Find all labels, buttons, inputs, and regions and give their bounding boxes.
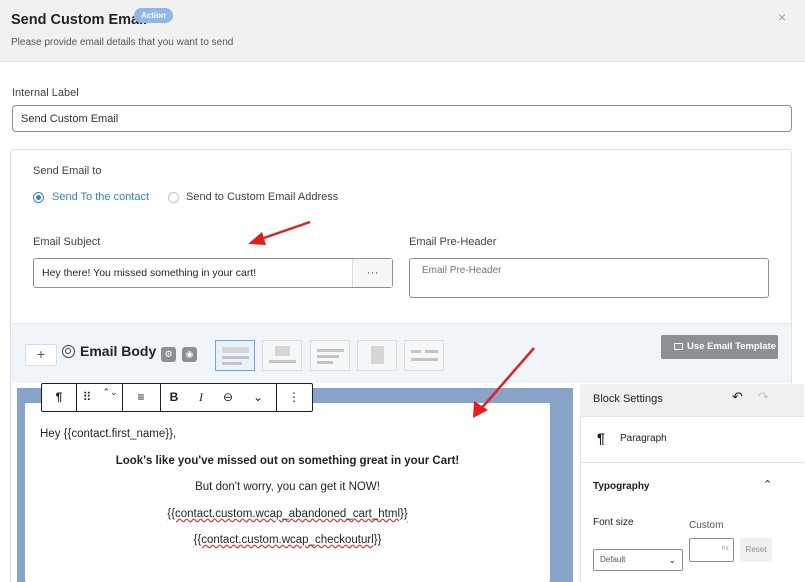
block-settings-title: Block Settings [593,393,663,405]
italic-button[interactable]: I [188,384,214,411]
email-preheader-label: Email Pre-Header [409,236,497,248]
options-menu-icon[interactable]: ⋮ [276,384,312,411]
merge-tags-button[interactable]: ··· [352,259,392,287]
bold-button[interactable]: B [160,384,188,411]
preview-eye-icon[interactable]: ◉ [182,347,197,362]
email-body-text[interactable]: But don't worry, you can get it NOW! [25,481,550,493]
merge-tag-checkout-url[interactable]: {{contact.custom.wcap_checkouturl}} [194,534,382,546]
reset-button[interactable]: Reset [740,538,772,562]
paragraph-icon[interactable]: ¶ [42,384,76,411]
send-to-custom-label[interactable]: Send to Custom Email Address [186,191,338,203]
email-preheader-input[interactable] [409,258,769,298]
send-to-contact-label[interactable]: Send To the contact [52,191,149,203]
block-type-label: Paragraph [620,433,667,444]
email-subject-label: Email Subject [33,236,101,248]
drag-handle-icon[interactable]: ⠿ [76,384,98,411]
chevron-up-icon[interactable]: ⌃ [763,478,772,491]
use-email-template-label: Use Email Template [687,341,777,352]
custom-size-label: Custom [689,520,724,531]
send-email-to-label: Send Email to [33,165,102,177]
help-icon[interactable] [62,345,75,358]
chevron-down-icon: ⌄ [668,555,676,565]
undo-icon[interactable]: ↶ [732,389,743,405]
add-block-button[interactable]: + [25,344,57,366]
email-greeting[interactable]: Hey {{contact.first_name}}, [40,428,176,440]
font-size-label: Font size [593,517,634,528]
font-size-select-value: Default [600,555,626,564]
font-size-select[interactable]: Default ⌄ [593,549,683,571]
modal-title: Send Custom Email [11,12,148,28]
merge-tag-cart-html[interactable]: {{contact.custom.wcap_abandoned_cart_htm… [167,508,407,520]
align-icon[interactable]: ≡ [122,384,160,411]
typography-label[interactable]: Typography [593,481,649,492]
settings-icon[interactable]: ⚙ [161,347,176,362]
modal-subtitle: Please provide email details that you wa… [11,37,234,48]
use-email-template-button[interactable]: Use Email Template [661,335,778,359]
template-thumbnail[interactable] [357,340,397,371]
redo-icon[interactable]: ↷ [758,389,769,405]
email-subject-field: ··· [33,258,393,288]
move-up-down-icon[interactable]: ⌃⌄ [98,384,122,411]
block-toolbar: ¶ ⠿ ⌃⌄ ≡ B I ⊖ ⌄ ⋮ [41,383,313,412]
internal-label-input[interactable] [12,105,792,132]
template-thumbnail[interactable] [262,340,302,371]
action-badge: Action [134,8,173,23]
template-thumbnail[interactable] [404,340,444,371]
email-headline[interactable]: Look's like you've missed out on somethi… [25,455,550,467]
email-body-title: Email Body [80,343,157,359]
template-thumbnail[interactable] [310,340,350,371]
send-to-contact-radio[interactable] [33,192,44,203]
link-icon[interactable]: ⊖ [214,384,242,411]
paragraph-block-icon: ¶ [597,430,605,446]
sidebar-divider [580,462,804,463]
close-icon[interactable]: × [778,9,786,25]
template-thumbnail[interactable] [215,340,255,371]
email-subject-input[interactable] [34,259,354,287]
more-formatting-chevron-icon[interactable]: ⌄ [242,384,274,411]
send-to-custom-radio[interactable] [168,192,179,203]
modal-header: Send Custom Email Action Please provide … [0,0,805,62]
internal-label-caption: Internal Label [12,87,79,99]
folder-icon [674,343,683,350]
font-size-unit: PX [722,546,729,552]
